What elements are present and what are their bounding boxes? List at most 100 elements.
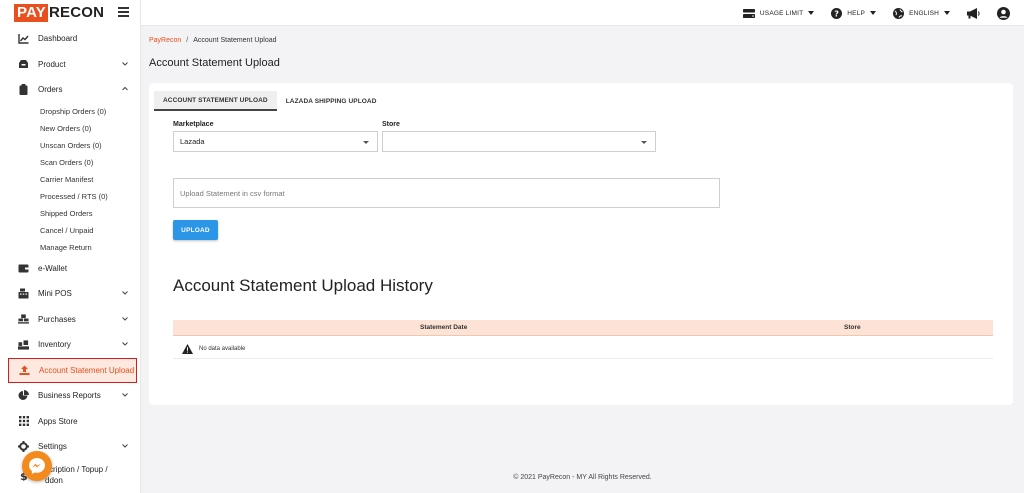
sidebar-item-inventory[interactable]: Inventory xyxy=(0,332,140,358)
help-menu[interactable]: ? HELP xyxy=(831,7,877,19)
orders-submenu: Dropship Orders (0) New Orders (0) Unsca… xyxy=(0,103,140,256)
chart-line-icon xyxy=(18,33,29,44)
chevron-down-icon xyxy=(122,393,128,397)
submenu-item-manage-return[interactable]: Manage Return xyxy=(0,239,140,256)
submenu-item-carrier-manifest[interactable]: Carrier Manifest xyxy=(0,171,140,188)
table-empty-state: No data available xyxy=(182,344,245,354)
caret-down-icon xyxy=(944,11,950,15)
sidebar-item-label: Purchases xyxy=(38,314,76,324)
breadcrumb-separator: / xyxy=(186,37,189,44)
sidebar-item-ewallet[interactable]: e-Wallet xyxy=(0,256,140,282)
sidebar-item-subscription[interactable]: $ scription / Topup / ddon xyxy=(0,460,140,493)
chevron-down-icon xyxy=(122,61,128,66)
subscription-line-1: scription / Topup / xyxy=(45,464,108,474)
upload-statement-input[interactable] xyxy=(173,178,720,208)
sidebar-item-product[interactable]: Product xyxy=(0,52,140,78)
pie-chart-icon xyxy=(18,390,29,401)
app-logo[interactable]: PAY RECON xyxy=(14,4,104,22)
sidebar-item-orders[interactable]: Orders xyxy=(0,77,140,103)
submenu-item-unscan-orders[interactable]: Unscan Orders (0) xyxy=(0,137,140,154)
breadcrumb-current: Account Statement Upload xyxy=(193,37,277,44)
caret-down-icon xyxy=(870,11,877,15)
dropdown-arrow-icon xyxy=(641,141,647,144)
logo-pay: PAY xyxy=(14,4,48,22)
breadcrumb-home-link[interactable]: PayRecon xyxy=(149,37,181,44)
footer: © 2021 PayRecon - MY All Rights Reserved… xyxy=(513,474,652,481)
grid-icon xyxy=(18,416,29,427)
warning-icon xyxy=(182,344,193,354)
marketplace-label: Marketplace xyxy=(173,121,214,128)
messenger-icon xyxy=(29,458,45,474)
sidebar-item-label: Inventory xyxy=(38,340,71,350)
chevron-down-icon xyxy=(122,291,128,295)
sidebar-item-label: e-Wallet xyxy=(38,263,68,273)
messenger-chat-button[interactable] xyxy=(22,451,52,481)
sidebar-item-label: Dashboard xyxy=(38,34,78,44)
tab-account-statement-upload[interactable]: ACCOUNT STATEMENT UPLOAD xyxy=(154,91,277,111)
history-table-header: Statement Date Store xyxy=(173,320,993,336)
chevron-up-icon xyxy=(122,86,128,91)
table-divider xyxy=(173,358,993,359)
history-title: Account Statement Upload History xyxy=(173,276,433,295)
top-bar: USAGE LIMIT ? HELP ENGLISH xyxy=(141,0,1024,26)
submenu-item-processed-rts[interactable]: Processed / RTS (0) xyxy=(0,188,140,205)
submenu-item-cancel-unpaid[interactable]: Cancel / Unpaid xyxy=(0,222,140,239)
menu-toggle-icon[interactable] xyxy=(118,7,129,17)
column-header-statement-date[interactable]: Statement Date xyxy=(420,324,467,331)
help-circle-icon: ? xyxy=(831,7,843,19)
upload-icon xyxy=(19,365,30,376)
sidebar-item-label: Mini POS xyxy=(38,289,72,299)
page-title: Account Statement Upload xyxy=(149,57,280,69)
language-menu[interactable]: ENGLISH xyxy=(893,7,950,19)
column-header-store[interactable]: Store xyxy=(844,324,861,331)
chevron-down-icon xyxy=(122,316,128,321)
submenu-item-scan-orders[interactable]: Scan Orders (0) xyxy=(0,154,140,171)
tab-bar: ACCOUNT STATEMENT UPLOAD LAZADA SHIPPING… xyxy=(154,91,386,111)
sidebar-item-apps-store[interactable]: Apps Store xyxy=(0,409,140,435)
sidebar-item-label: Product xyxy=(38,59,66,69)
usage-limit-menu[interactable]: USAGE LIMIT xyxy=(742,8,815,18)
announcements-button[interactable] xyxy=(967,7,980,19)
sidebar-item-account-statement-upload[interactable]: Account Statement Upload xyxy=(8,357,137,383)
globe-icon xyxy=(893,7,905,19)
sidebar-item-label: Account Statement Upload xyxy=(39,365,135,375)
logo-recon: RECON xyxy=(48,4,105,21)
logo-row: PAY RECON xyxy=(0,0,140,26)
boxes-icon xyxy=(18,339,29,350)
tab-lazada-shipping-upload[interactable]: LAZADA SHIPPING UPLOAD xyxy=(277,91,386,111)
sidebar-nav-lower: e-Wallet Mini POS Purchases Inventory Ac… xyxy=(0,256,140,493)
pallet-icon xyxy=(18,314,29,325)
user-circle-icon xyxy=(997,6,1010,20)
sidebar-item-purchases[interactable]: Purchases xyxy=(0,307,140,333)
marketplace-select[interactable]: Lazada xyxy=(173,131,378,152)
chevron-down-icon xyxy=(122,342,128,346)
box-icon xyxy=(18,59,29,70)
user-account-button[interactable] xyxy=(997,6,1010,20)
sidebar-item-label: Settings xyxy=(38,442,67,452)
breadcrumb: PayRecon / Account Statement Upload xyxy=(149,37,277,44)
top-actions: USAGE LIMIT ? HELP ENGLISH xyxy=(726,0,1010,26)
sidebar-item-settings[interactable]: Settings xyxy=(0,434,140,460)
upload-button[interactable]: UPLOAD xyxy=(173,220,218,240)
megaphone-icon xyxy=(967,7,980,19)
help-label: HELP xyxy=(847,9,866,17)
clipboard-icon xyxy=(18,84,29,96)
register-icon xyxy=(18,288,29,299)
upload-card: ACCOUNT STATEMENT UPLOAD LAZADA SHIPPING… xyxy=(149,83,1013,405)
dropdown-arrow-icon xyxy=(363,141,369,144)
caret-down-icon xyxy=(808,11,815,15)
submenu-item-dropship-orders[interactable]: Dropship Orders (0) xyxy=(0,103,140,120)
usage-limit-label: USAGE LIMIT xyxy=(759,9,804,17)
submenu-item-shipped-orders[interactable]: Shipped Orders xyxy=(0,205,140,222)
submenu-item-new-orders[interactable]: New Orders (0) xyxy=(0,120,140,137)
sidebar-item-dashboard[interactable]: Dashboard xyxy=(0,26,140,52)
sidebar-nav: Dashboard Product Orders xyxy=(0,26,140,103)
store-select[interactable] xyxy=(382,131,656,152)
storage-icon xyxy=(742,8,755,18)
sidebar-item-label: Business Reports xyxy=(38,391,101,401)
sidebar-item-mini-pos[interactable]: Mini POS xyxy=(0,281,140,307)
empty-state-text: No data available xyxy=(199,346,246,352)
subscription-line-2: ddon xyxy=(45,475,63,485)
wallet-icon xyxy=(18,263,29,274)
sidebar-item-business-reports[interactable]: Business Reports xyxy=(0,383,140,409)
